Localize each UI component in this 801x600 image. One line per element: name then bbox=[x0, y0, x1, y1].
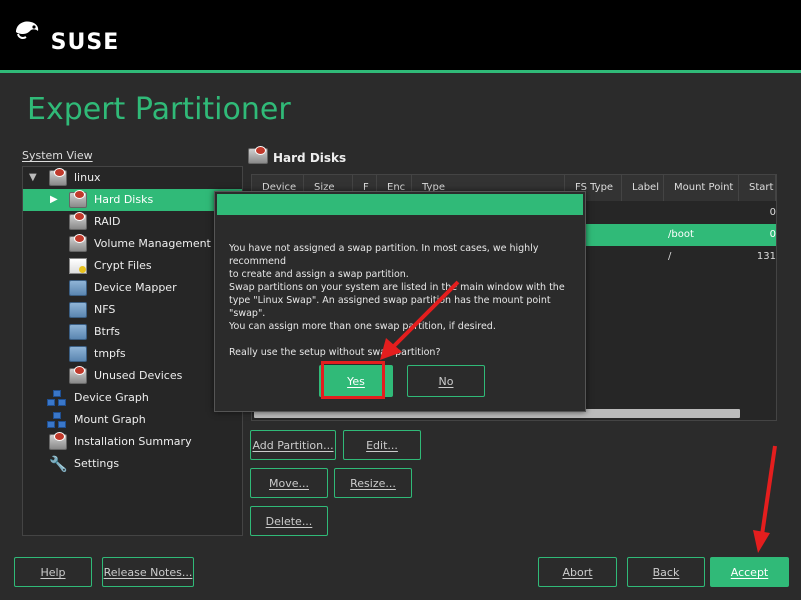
page-title: Expert Partitioner bbox=[27, 92, 291, 127]
dialog-message: You have not assigned a swap partition. … bbox=[229, 242, 579, 359]
dialog-question: Really use the setup without swap partit… bbox=[229, 347, 441, 358]
top-bar: SUSE bbox=[0, 0, 801, 70]
tree-item-label: RAID bbox=[94, 215, 121, 228]
annotation-arrowhead-accept bbox=[753, 530, 770, 553]
tree-item-mount-graph[interactable]: Mount Graph bbox=[23, 409, 242, 431]
tree-item-raid[interactable]: RAID bbox=[23, 211, 242, 233]
tree-item-label: Crypt Files bbox=[94, 259, 152, 272]
tree-item-label: Unused Devices bbox=[94, 369, 183, 382]
folder-icon bbox=[69, 302, 87, 318]
dialog-line: You have not assigned a swap partition. … bbox=[229, 243, 539, 267]
tree-item-hard-disks[interactable]: ▶ Hard Disks bbox=[23, 189, 242, 211]
annotation-highlight-box bbox=[321, 361, 385, 399]
tree-item-device-graph[interactable]: Device Graph bbox=[23, 387, 242, 409]
no-button[interactable]: No bbox=[407, 365, 485, 397]
move-button[interactable]: Move... bbox=[250, 468, 328, 498]
start-cell: 0 bbox=[769, 229, 776, 240]
hard-disk-icon bbox=[69, 212, 87, 230]
tree-item-linux[interactable]: ▼ linux bbox=[23, 167, 242, 189]
expand-arrow-icon[interactable]: ▶ bbox=[50, 189, 58, 211]
dialog-line: You can assign more than one swap partit… bbox=[229, 321, 496, 332]
tree-item-crypt-files[interactable]: Crypt Files bbox=[23, 255, 242, 277]
graph-icon bbox=[47, 390, 66, 406]
folder-icon bbox=[69, 346, 87, 362]
wrench-icon: 🔧 bbox=[49, 455, 68, 473]
unused-devices-icon bbox=[69, 366, 87, 384]
tree-item-label: Device Graph bbox=[74, 391, 149, 404]
system-view-label: System View bbox=[22, 149, 93, 162]
tree-item-label: tmpfs bbox=[94, 347, 126, 360]
help-button[interactable]: Help bbox=[14, 557, 92, 587]
certificate-icon bbox=[69, 258, 87, 274]
dialog-line: type "Linux Swap". An assigned swap part… bbox=[229, 295, 551, 319]
tree-item-unused-devices[interactable]: Unused Devices bbox=[23, 365, 242, 387]
tree-item-nfs[interactable]: NFS bbox=[23, 299, 242, 321]
tree-item-settings[interactable]: 🔧 Settings bbox=[23, 453, 242, 475]
add-partition-button[interactable]: Add Partition... bbox=[250, 430, 336, 460]
tree-item-volume-management[interactable]: Volume Management bbox=[23, 233, 242, 255]
column-header[interactable]: Label bbox=[622, 175, 664, 201]
start-cell: 0 bbox=[769, 207, 776, 218]
hard-disk-icon bbox=[248, 146, 268, 164]
tree-item-installation-summary[interactable]: Installation Summary bbox=[23, 431, 242, 453]
tree-item-btrfs[interactable]: Btrfs bbox=[23, 321, 242, 343]
tree-item-label: Hard Disks bbox=[94, 193, 154, 206]
collapse-arrow-icon[interactable]: ▼ bbox=[29, 167, 37, 189]
tree-item-device-mapper[interactable]: Device Mapper bbox=[23, 277, 242, 299]
system-view-tree[interactable]: ▼ linux ▶ Hard Disks RAID Volume Managem… bbox=[22, 166, 243, 536]
tree-item-label: linux bbox=[74, 171, 101, 184]
tree-item-label: Mount Graph bbox=[74, 413, 146, 426]
column-header[interactable]: Start bbox=[739, 175, 776, 201]
dialog-line: to create and assign a swap partition. bbox=[229, 269, 409, 280]
chameleon-icon bbox=[14, 18, 40, 39]
tree-item-label: Device Mapper bbox=[94, 281, 177, 294]
hard-disk-icon bbox=[69, 234, 87, 252]
folder-icon bbox=[69, 324, 87, 340]
brand-wordmark: SUSE bbox=[50, 30, 120, 55]
column-header[interactable]: Mount Point bbox=[664, 175, 739, 201]
hard-disk-icon bbox=[49, 168, 67, 186]
start-cell: 131 bbox=[756, 251, 776, 262]
tree-item-label: Volume Management bbox=[94, 237, 211, 250]
accept-button[interactable]: Accept bbox=[710, 557, 789, 587]
resize-button[interactable]: Resize... bbox=[334, 468, 412, 498]
delete-button[interactable]: Delete... bbox=[250, 506, 328, 536]
hard-disk-icon bbox=[49, 432, 67, 450]
panel-title: Hard Disks bbox=[273, 151, 347, 165]
graph-icon bbox=[47, 412, 66, 428]
dialog-line: Swap partitions on your system are liste… bbox=[229, 282, 565, 293]
dialog-title-bar bbox=[217, 194, 583, 215]
tree-item-label: Settings bbox=[74, 457, 120, 470]
mount-point-cell: /boot bbox=[668, 229, 694, 240]
annotation-arrow-accept bbox=[760, 445, 777, 536]
edit-button[interactable]: Edit... bbox=[343, 430, 421, 460]
swap-warning-dialog: You have not assigned a swap partition. … bbox=[214, 191, 586, 412]
tree-item-tmpfs[interactable]: tmpfs bbox=[23, 343, 242, 365]
device-mapper-icon bbox=[69, 280, 87, 296]
back-button[interactable]: Back bbox=[627, 557, 705, 587]
hard-disk-icon bbox=[69, 190, 87, 208]
tree-item-label: NFS bbox=[94, 303, 116, 316]
release-notes-button[interactable]: Release Notes... bbox=[102, 557, 194, 587]
suse-logo: SUSE bbox=[14, 18, 119, 55]
header-divider bbox=[0, 70, 801, 73]
tree-item-label: Btrfs bbox=[94, 325, 120, 338]
mount-point-cell: / bbox=[668, 251, 672, 262]
abort-button[interactable]: Abort bbox=[538, 557, 617, 587]
tree-item-label: Installation Summary bbox=[74, 435, 192, 448]
